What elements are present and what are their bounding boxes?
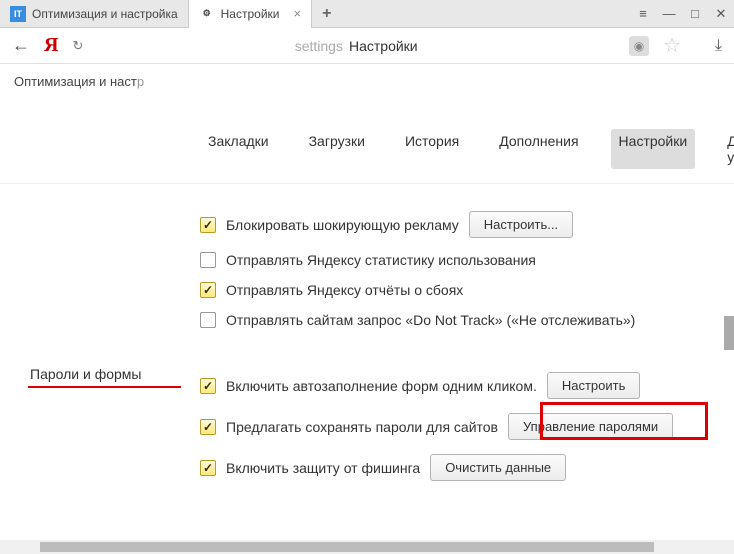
breadcrumb: Оптимизация и настр: [0, 64, 734, 99]
nav-devices[interactable]: Другие устройств: [719, 129, 734, 169]
addr-prefix: settings: [295, 38, 343, 54]
checkbox-phishing[interactable]: [200, 460, 216, 476]
nav-history[interactable]: История: [397, 129, 467, 169]
breadcrumb-faded: р: [137, 74, 144, 89]
tab-optimization[interactable]: IT Оптимизация и настройка: [0, 0, 189, 28]
reload-button[interactable]: ↻: [72, 38, 83, 54]
bookmark-star-icon[interactable]: ☆: [663, 33, 681, 58]
menu-icon[interactable]: ≡: [630, 0, 656, 28]
annotation-underline: [28, 386, 181, 388]
option-dnt: Отправлять сайтам запрос «Do Not Track» …: [0, 305, 734, 335]
option-label: Блокировать шокирующую рекламу: [226, 217, 459, 233]
section-title-passwords: Пароли и формы: [30, 366, 141, 382]
checkbox-save-passwords[interactable]: [200, 419, 216, 435]
yandex-logo[interactable]: Я: [44, 34, 58, 57]
tab-settings[interactable]: ⚙ Настройки ×: [189, 0, 312, 28]
new-tab-button[interactable]: +: [312, 5, 341, 23]
option-label: Отправлять сайтам запрос «Do Not Track» …: [226, 312, 635, 328]
maximize-button[interactable]: □: [682, 0, 708, 28]
option-send-stats: Отправлять Яндексу статистику использова…: [0, 245, 734, 275]
minimize-button[interactable]: —: [656, 0, 682, 28]
vertical-scrollbar-thumb[interactable]: [724, 316, 734, 350]
breadcrumb-text: Оптимизация и наст: [14, 74, 137, 89]
close-button[interactable]: ✕: [708, 0, 734, 28]
configure-ads-button[interactable]: Настроить...: [469, 211, 573, 238]
option-label: Предлагать сохранять пароли для сайтов: [226, 419, 498, 435]
address-bar[interactable]: settings Настройки: [97, 38, 615, 54]
download-icon[interactable]: ⤓: [715, 37, 722, 55]
checkbox-autofill[interactable]: [200, 378, 216, 394]
nav-bookmarks[interactable]: Закладки: [200, 129, 277, 169]
option-label: Включить защиту от фишинга: [226, 460, 420, 476]
option-phishing: Включить защиту от фишинга Очистить данн…: [0, 447, 734, 488]
checkbox-dnt[interactable]: [200, 312, 216, 328]
nav-downloads[interactable]: Загрузки: [301, 129, 373, 169]
horizontal-scrollbar-thumb[interactable]: [40, 542, 654, 552]
option-label: Включить автозаполнение форм одним клико…: [226, 378, 537, 394]
tab-favicon-it: IT: [10, 6, 26, 22]
addr-main: Настройки: [349, 38, 418, 54]
option-label: Отправлять Яндексу отчёты о сбоях: [226, 282, 463, 298]
settings-content: Блокировать шокирующую рекламу Настроить…: [0, 184, 734, 488]
option-label: Отправлять Яндексу статистику использова…: [226, 252, 536, 268]
nav-settings[interactable]: Настройки: [611, 129, 696, 169]
checkbox-crash-reports[interactable]: [200, 282, 216, 298]
close-icon[interactable]: ×: [293, 6, 301, 21]
clear-data-button[interactable]: Очистить данные: [430, 454, 566, 481]
back-button[interactable]: ←: [12, 35, 30, 56]
checkbox-send-stats[interactable]: [200, 252, 216, 268]
toolbar: ← Я ↻ settings Настройки ◉ ☆ ⤓: [0, 28, 734, 64]
tab-title: Оптимизация и настройка: [32, 7, 178, 21]
manage-passwords-button[interactable]: Управление паролями: [508, 413, 673, 440]
nav-addons[interactable]: Дополнения: [491, 129, 586, 169]
configure-autofill-button[interactable]: Настроить: [547, 372, 641, 399]
shield-icon[interactable]: ◉: [629, 36, 649, 56]
option-block-ads: Блокировать шокирующую рекламу Настроить…: [0, 204, 734, 245]
window-controls: ≡ — □ ✕: [630, 0, 734, 28]
checkbox-block-ads[interactable]: [200, 217, 216, 233]
horizontal-scrollbar[interactable]: [0, 540, 734, 554]
gear-icon: ⚙: [199, 6, 215, 22]
option-save-passwords: Предлагать сохранять пароли для сайтов У…: [0, 406, 734, 447]
settings-nav: Закладки Загрузки История Дополнения Нас…: [0, 99, 734, 184]
tab-bar: IT Оптимизация и настройка ⚙ Настройки ×…: [0, 0, 734, 28]
tab-title: Настройки: [221, 7, 280, 21]
option-crash-reports: Отправлять Яндексу отчёты о сбоях: [0, 275, 734, 305]
